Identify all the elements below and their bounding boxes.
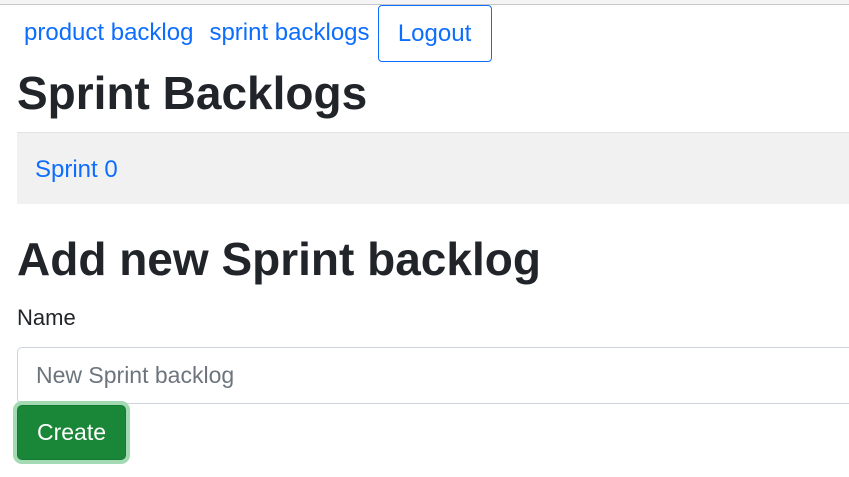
sprint-list: Sprint 0: [17, 132, 849, 204]
top-nav: product backlog sprint backlogs Logout: [24, 4, 492, 62]
create-button[interactable]: Create: [17, 405, 126, 460]
nav-link-product-backlog[interactable]: product backlog: [24, 19, 193, 47]
sprint-link[interactable]: Sprint 0: [35, 156, 118, 184]
name-label: Name: [17, 305, 76, 330]
add-sprint-heading: Add new Sprint backlog: [17, 233, 541, 285]
logout-button[interactable]: Logout: [377, 5, 492, 62]
nav-link-sprint-backlogs[interactable]: sprint backlogs: [209, 19, 369, 47]
page-title: Sprint Backlogs: [17, 67, 368, 119]
name-input[interactable]: [17, 347, 849, 404]
